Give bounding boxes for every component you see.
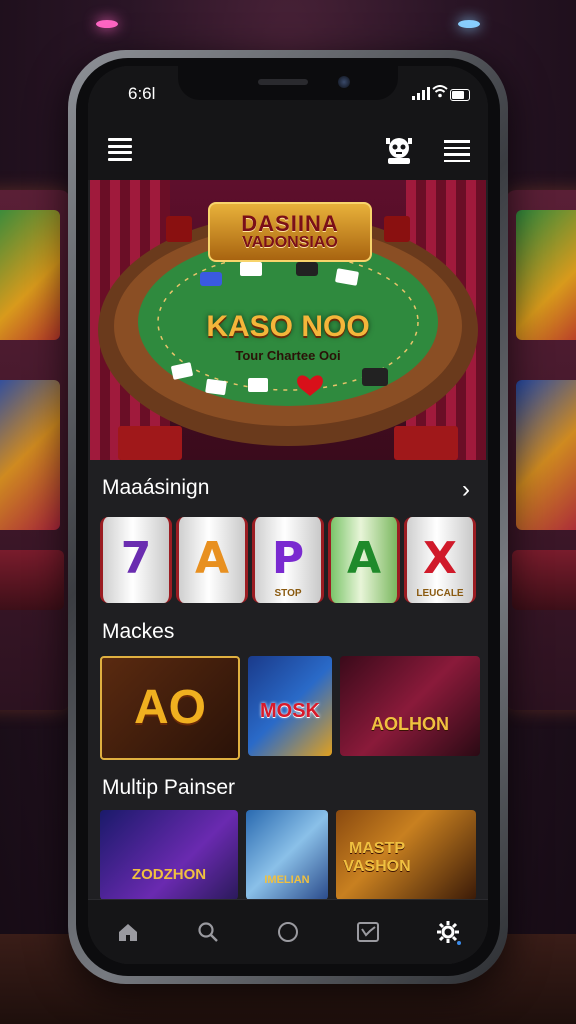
- settings-icon[interactable]: [428, 912, 468, 952]
- reel-item[interactable]: A: [176, 517, 248, 603]
- top-bar: [88, 122, 488, 180]
- circle-icon[interactable]: [268, 912, 308, 952]
- multiplayer-row: ZODZHON IMELIAN MASTP VASHON: [100, 810, 476, 900]
- game-card[interactable]: IMELIAN: [246, 810, 328, 900]
- chevron-right-icon[interactable]: ›: [462, 476, 470, 504]
- status-time: 6:6l: [128, 84, 156, 103]
- reel-symbol: A: [346, 533, 382, 584]
- reel-item[interactable]: A: [328, 517, 400, 603]
- list-icon[interactable]: [444, 140, 470, 162]
- slot-cabinet-left: [0, 190, 70, 710]
- game-card-label: ZODZHON: [131, 866, 207, 883]
- reel-item[interactable]: 7: [100, 517, 172, 603]
- game-card-label: AO: [134, 681, 206, 734]
- robot-icon[interactable]: [384, 134, 414, 166]
- logo-line2: VADONSIAO: [242, 234, 338, 251]
- game-card-label: AOLHON: [371, 714, 449, 734]
- slot-reels: 7 A P STOP A X LEUCALE: [100, 517, 476, 603]
- reel-caption: STOP: [274, 588, 302, 599]
- reel-item[interactable]: P STOP: [252, 517, 324, 603]
- reel-symbol: 7: [120, 533, 152, 584]
- reel-caption: LEUCALE: [416, 588, 464, 599]
- hero-banner[interactable]: DASIINA VADONSIAO KASO NOO Tour Chartee …: [90, 180, 486, 460]
- ceiling-light: [458, 20, 480, 28]
- game-card[interactable]: AOLHON: [340, 656, 480, 756]
- hamburger-menu-icon[interactable]: [108, 138, 132, 161]
- game-card[interactable]: ZODZHON: [100, 810, 238, 900]
- phone-screen: 6:6l DASIINA VADONSIAO KASO NOO Tour Cha…: [88, 66, 488, 964]
- game-card-label: MOSK: [260, 700, 320, 722]
- notch: [178, 66, 398, 100]
- table-subtitle: Tour Chartee Ooi: [235, 348, 341, 363]
- game-card[interactable]: MASTP VASHON: [336, 810, 476, 900]
- battery-icon: [450, 89, 470, 101]
- game-card-label: MASTP VASHON: [343, 840, 411, 875]
- reel-symbol: X: [423, 533, 457, 584]
- reel-symbol: P: [271, 533, 305, 584]
- home-icon[interactable]: [108, 912, 148, 952]
- signal-icon: [412, 87, 430, 100]
- reel-symbol: A: [194, 533, 230, 584]
- casino-logo: DASIINA VADONSIAO: [208, 202, 372, 262]
- ceiling-light: [96, 20, 118, 28]
- chart-icon[interactable]: [348, 912, 388, 952]
- slot-cabinet-right: [506, 190, 576, 710]
- game-card[interactable]: AO: [100, 656, 240, 760]
- reel-item[interactable]: X LEUCALE: [404, 517, 476, 603]
- section-title-multiplayer: Multip Painser: [102, 776, 236, 799]
- wifi-icon: [432, 85, 448, 101]
- section-title-games: Mackes: [102, 620, 175, 643]
- table-title: KASO NOO: [206, 310, 370, 343]
- search-icon[interactable]: [188, 912, 228, 952]
- logo-line1: DASIINA: [241, 211, 339, 236]
- games-row: AO MOSK AOLHON: [100, 656, 480, 760]
- game-card[interactable]: MOSK: [248, 656, 332, 756]
- bottom-nav: [88, 899, 488, 964]
- game-card-label: IMELIAN: [264, 874, 310, 886]
- section-title-featured: Maaásinign: [102, 476, 210, 499]
